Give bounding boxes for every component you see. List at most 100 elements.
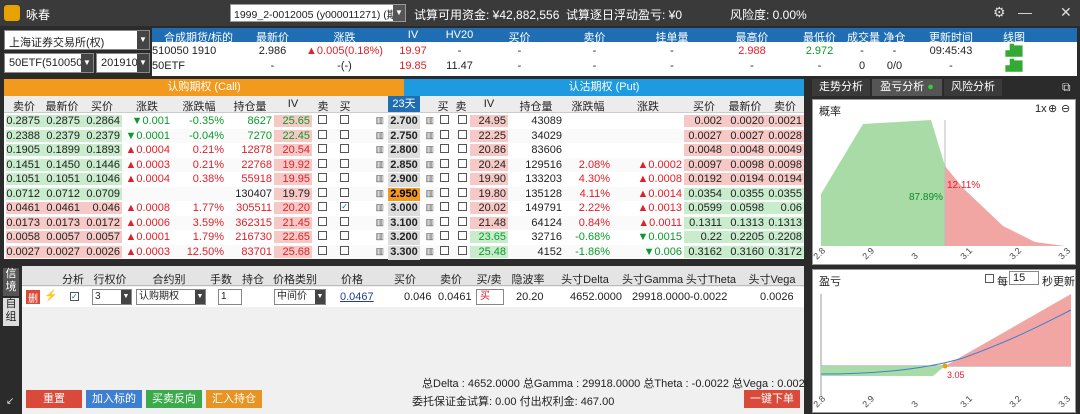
- reverse-side-button[interactable]: 买卖反向: [146, 390, 202, 408]
- chain-row[interactable]: 0.1051 0.1051 0.1046 ▲0.0004 0.38% 55918 19.95…: [4, 172, 804, 187]
- chevron-down-icon[interactable]: ▼: [137, 31, 149, 49]
- zoom-in-icon[interactable]: ⊕: [1048, 102, 1057, 115]
- month-select[interactable]: 201910 ▼: [96, 53, 150, 73]
- popout-icon[interactable]: ⧉: [1062, 80, 1071, 95]
- chart-icon[interactable]: ▥: [422, 188, 434, 199]
- chain-row[interactable]: 0.0027 0.0027 0.0026 ▲0.0003 12.50% 83701 25.6…: [4, 244, 804, 260]
- put-buy-checkbox[interactable]: [440, 158, 449, 168]
- put-sell-checkbox[interactable]: [458, 245, 467, 255]
- chevron-down-icon[interactable]: ▼: [121, 290, 131, 304]
- call-buy-checkbox[interactable]: [340, 144, 349, 153]
- line-chart-icon[interactable]: ▟▇: [990, 59, 1038, 72]
- price-type-select[interactable]: 中间价 ▼: [274, 289, 326, 305]
- put-buy-checkbox[interactable]: [440, 216, 449, 226]
- gear-icon[interactable]: ⚙: [993, 4, 1006, 21]
- call-buy-checkbox[interactable]: [340, 245, 349, 255]
- put-sell-checkbox[interactable]: [458, 144, 467, 153]
- chart-icon[interactable]: ▥: [422, 115, 434, 126]
- resize-icon[interactable]: ↙: [6, 396, 14, 407]
- call-buy-checkbox[interactable]: [340, 158, 349, 168]
- call-sell-checkbox[interactable]: [318, 115, 327, 124]
- quote-row-etf[interactable]: 50ETF - -(-) 19.85 11.47 - - - - - 0 0/0 - ▟▇: [152, 59, 1077, 75]
- put-buy-checkbox[interactable]: [440, 245, 449, 255]
- chart-icon[interactable]: ▥: [372, 217, 384, 228]
- tab-trend-analysis[interactable]: 走势分析: [812, 79, 870, 96]
- chart-icon[interactable]: ▥: [422, 202, 434, 213]
- chain-row[interactable]: 0.0173 0.0173 0.0172 ▲0.0006 3.59% 362315 21.4…: [4, 215, 804, 231]
- chart-icon[interactable]: ▥: [422, 246, 434, 257]
- call-sell-checkbox[interactable]: [318, 202, 327, 211]
- chevron-down-icon[interactable]: ▼: [81, 54, 93, 72]
- call-sell-checkbox[interactable]: [318, 231, 327, 240]
- chevron-down-icon[interactable]: ▼: [195, 290, 205, 304]
- tab-scenario[interactable]: 信境: [3, 268, 19, 296]
- chain-row[interactable]: 0.0712 0.0712 0.0709 130407 19.79 ▥ 2.950 ▥ 19.8…: [4, 186, 804, 202]
- tab-pnl-analysis[interactable]: 盈亏分析 ●: [872, 79, 942, 96]
- put-buy-checkbox[interactable]: [440, 129, 449, 139]
- chevron-down-icon[interactable]: ▼: [315, 290, 325, 304]
- underlying-select[interactable]: 50ETF(510050) ▼: [4, 53, 94, 73]
- chart-icon[interactable]: ▥: [422, 217, 434, 228]
- zoom-out-icon[interactable]: ⊖: [1061, 102, 1070, 115]
- chart-icon[interactable]: ▥: [422, 173, 434, 184]
- call-buy-checkbox[interactable]: [340, 129, 349, 139]
- put-sell-checkbox[interactable]: [458, 202, 467, 211]
- call-sell-checkbox[interactable]: [318, 158, 327, 168]
- delete-button[interactable]: 删: [26, 290, 40, 305]
- put-sell-checkbox[interactable]: [458, 187, 467, 197]
- call-sell-checkbox[interactable]: [318, 144, 327, 153]
- put-buy-checkbox[interactable]: [440, 187, 449, 197]
- put-sell-checkbox[interactable]: [458, 158, 467, 168]
- place-order-button[interactable]: 一键下单: [744, 390, 800, 408]
- quote-row-future[interactable]: 510050 1910 2.986 ▲0.005(0.18%) 19.97 - - - - 2.…: [152, 44, 1077, 60]
- put-buy-checkbox[interactable]: [440, 144, 449, 153]
- tab-custom[interactable]: 自组: [3, 298, 19, 326]
- call-buy-checkbox[interactable]: [340, 173, 349, 182]
- call-sell-checkbox[interactable]: [318, 245, 327, 255]
- strike-select[interactable]: 3 ▼: [92, 289, 132, 305]
- import-position-button[interactable]: 汇入持仓: [206, 390, 262, 408]
- chart-icon[interactable]: ▥: [372, 115, 384, 126]
- call-sell-checkbox[interactable]: [318, 129, 327, 139]
- chart-icon[interactable]: ▥: [372, 202, 384, 213]
- chain-row[interactable]: 0.1451 0.1450 0.1446 ▲0.0003 0.21% 22768 19.92…: [4, 157, 804, 173]
- put-sell-checkbox[interactable]: [458, 115, 467, 124]
- contract-type-select[interactable]: 认购期权 ▼: [136, 289, 206, 305]
- chevron-down-icon[interactable]: ▼: [393, 5, 405, 21]
- chain-row[interactable]: 0.0058 0.0057 0.0057 ▲0.0001 1.79% 216730 22.6…: [4, 230, 804, 245]
- call-sell-checkbox[interactable]: [318, 216, 327, 226]
- call-buy-checkbox[interactable]: ✓: [340, 202, 349, 211]
- call-buy-checkbox[interactable]: [340, 115, 349, 124]
- chain-row[interactable]: 0.0461 0.0461 0.046 ▲0.0008 1.77% 305511 20.20…: [4, 201, 804, 216]
- chart-icon[interactable]: ▥: [372, 173, 384, 184]
- quantity-stepper[interactable]: 1: [218, 289, 242, 305]
- call-buy-checkbox[interactable]: [340, 187, 349, 197]
- call-buy-checkbox[interactable]: [340, 231, 349, 240]
- call-sell-checkbox[interactable]: [318, 187, 327, 197]
- order-row[interactable]: 删 ⚡ ✓ 3 ▼ 认购期权 ▼ 1 中间价 ▼ 0.0467 0.046 0.0461 买 20.20 46…: [22, 287, 804, 307]
- chart-icon[interactable]: ▥: [372, 188, 384, 199]
- auto-refresh-checkbox[interactable]: [985, 274, 994, 283]
- chart-icon[interactable]: ▥: [372, 144, 384, 155]
- chart-icon[interactable]: ▥: [372, 130, 384, 141]
- account-select[interactable]: 1999_2-0012005 (y000011271) (期/权) ▼: [230, 4, 406, 22]
- put-sell-checkbox[interactable]: [458, 216, 467, 226]
- call-sell-checkbox[interactable]: [318, 173, 327, 182]
- reset-button[interactable]: 重置: [26, 390, 82, 408]
- analyze-checkbox[interactable]: ✓: [70, 292, 79, 301]
- exchange-select[interactable]: 上海证券交易所(权) ▼: [4, 30, 150, 50]
- minimize-icon[interactable]: —: [1018, 4, 1032, 20]
- chain-row[interactable]: 0.2875 0.2875 0.2864 ▼0.001 -0.35% 8627 25.65 ▥…: [4, 114, 804, 129]
- lightning-icon[interactable]: ⚡: [44, 289, 58, 302]
- call-buy-checkbox[interactable]: [340, 216, 349, 226]
- put-buy-checkbox[interactable]: [440, 173, 449, 182]
- side-select[interactable]: 买: [476, 289, 504, 305]
- chart-icon[interactable]: ▥: [422, 144, 434, 155]
- refresh-interval-select[interactable]: 15: [1009, 271, 1039, 285]
- put-sell-checkbox[interactable]: [458, 173, 467, 182]
- close-icon[interactable]: ✕: [1060, 4, 1072, 21]
- chart-icon[interactable]: ▥: [372, 159, 384, 170]
- chart-icon[interactable]: ▥: [422, 159, 434, 170]
- put-buy-checkbox[interactable]: [440, 202, 449, 211]
- line-chart-icon[interactable]: ▟▇: [990, 44, 1038, 57]
